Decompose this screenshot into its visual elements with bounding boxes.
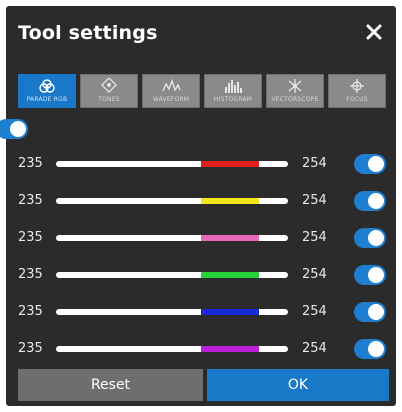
- range-row-pink: 235 254: [6, 226, 396, 250]
- range-slider[interactable]: [56, 309, 288, 315]
- range-slider[interactable]: [56, 346, 288, 352]
- vectorscope-icon: [288, 79, 302, 93]
- tool-settings-dialog: Tool settings PARADE RGB TONES WAVEFORM …: [0, 6, 396, 406]
- range-row-magenta: 235 254: [6, 337, 396, 361]
- range-segment-pink[interactable]: [201, 235, 259, 241]
- range-slider[interactable]: [56, 161, 288, 167]
- range-row-blue: 235 254: [6, 300, 396, 324]
- tab-label: HISTOGRAM: [213, 96, 253, 103]
- tones-icon: [101, 78, 117, 93]
- tab-label: FOCUS: [346, 96, 368, 103]
- range-segment-yellow[interactable]: [201, 198, 259, 204]
- tab-label: TONES: [98, 96, 120, 103]
- range-toggle-pink[interactable]: [354, 228, 386, 248]
- tab-histogram[interactable]: HISTOGRAM: [204, 74, 262, 108]
- tab-label: WAVEFORM: [152, 96, 190, 103]
- range-min-value: 235: [18, 341, 43, 356]
- range-min-value: 235: [18, 230, 43, 245]
- range-row-yellow: 235 254: [6, 189, 396, 213]
- range-toggle-yellow[interactable]: [354, 191, 386, 211]
- tab-label: PARADE RGB: [26, 96, 68, 103]
- range-slider[interactable]: [56, 235, 288, 241]
- tab-vectorscope[interactable]: VECTORSCOPE: [266, 74, 324, 108]
- ok-button[interactable]: OK: [207, 369, 389, 401]
- range-min-value: 235: [18, 193, 43, 208]
- tab-waveform[interactable]: WAVEFORM: [142, 74, 200, 108]
- master-toggle[interactable]: [0, 119, 28, 139]
- range-max-value: 254: [302, 304, 327, 319]
- range-toggle-red[interactable]: [354, 154, 386, 174]
- range-max-value: 254: [302, 156, 327, 171]
- range-row-red: 235 254: [6, 152, 396, 176]
- range-max-value: 254: [302, 341, 327, 356]
- range-max-value: 254: [302, 230, 327, 245]
- range-toggle-green[interactable]: [354, 265, 386, 285]
- range-max-value: 254: [302, 267, 327, 282]
- range-toggle-blue[interactable]: [354, 302, 386, 322]
- range-row-green: 235 254: [6, 263, 396, 287]
- tab-parade[interactable]: PARADE RGB: [18, 74, 76, 108]
- waveform-icon: [162, 78, 181, 92]
- range-slider[interactable]: [56, 198, 288, 204]
- rgb-circles-icon: [39, 79, 55, 93]
- range-min-value: 235: [18, 156, 43, 171]
- tab-tones[interactable]: TONES: [80, 74, 138, 108]
- tab-focus[interactable]: FOCUS: [328, 74, 386, 108]
- range-segment-red[interactable]: [201, 161, 259, 167]
- reset-button[interactable]: Reset: [18, 369, 203, 401]
- tool-tabs: PARADE RGB TONES WAVEFORM HISTOGRAM VECT…: [18, 74, 386, 108]
- crosshair-icon: [350, 79, 364, 93]
- range-segment-blue[interactable]: [201, 309, 259, 315]
- range-segment-green[interactable]: [201, 272, 259, 278]
- close-icon[interactable]: [362, 20, 386, 44]
- range-min-value: 235: [18, 267, 43, 282]
- range-max-value: 254: [302, 193, 327, 208]
- range-min-value: 235: [18, 304, 43, 319]
- range-slider[interactable]: [56, 272, 288, 278]
- tab-label: VECTORSCOPE: [271, 96, 319, 103]
- range-toggle-magenta[interactable]: [354, 339, 386, 359]
- dialog-title: Tool settings: [18, 22, 158, 44]
- histogram-icon: [225, 80, 242, 93]
- range-segment-magenta[interactable]: [201, 346, 259, 352]
